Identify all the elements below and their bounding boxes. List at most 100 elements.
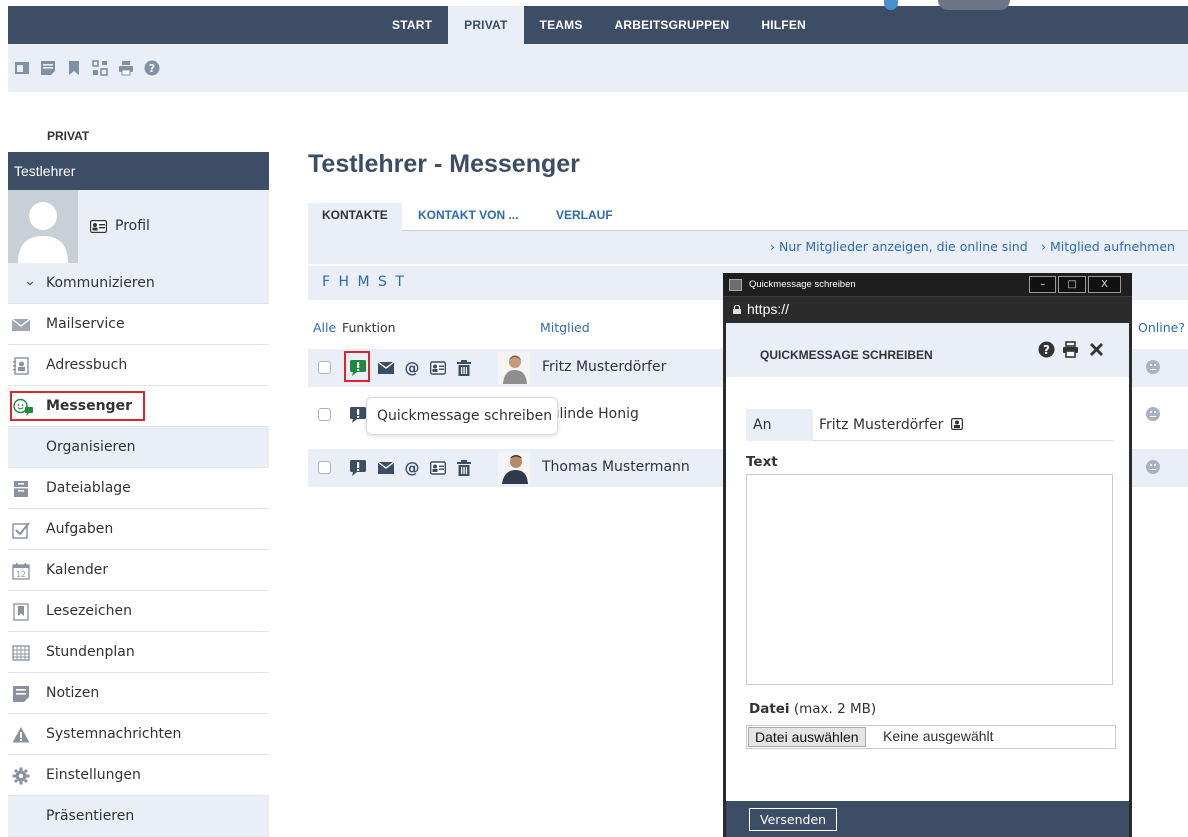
- recipient-row: An Fritz Musterdörfer: [746, 409, 1113, 441]
- online-filter-link[interactable]: › Nur Mitglieder anzeigen, die online si…: [770, 239, 1028, 254]
- quickmessage-icon[interactable]: [350, 407, 366, 423]
- logo-fragment: [938, 0, 1010, 10]
- nav-start[interactable]: START: [376, 6, 448, 44]
- quickmessage-icon[interactable]: [350, 460, 366, 476]
- envelope-icon[interactable]: [378, 460, 394, 476]
- id-card-icon: [90, 219, 107, 233]
- sitemap-icon[interactable]: [92, 60, 108, 76]
- send-button[interactable]: Versenden: [749, 808, 838, 831]
- offline-status-icon: [1146, 407, 1160, 421]
- quickmessage-icon[interactable]: [350, 360, 366, 376]
- sidebar-section-title: PRIVAT: [47, 129, 90, 143]
- tab-verlauf[interactable]: VERLAUF: [556, 203, 613, 231]
- form-header: QUICKMESSAGE SCHREIBEN ?: [726, 323, 1129, 377]
- file-cabinet-icon: [14, 481, 28, 497]
- sidebar-item-label: Systemnachrichten: [46, 726, 182, 742]
- id-card-icon[interactable]: [430, 460, 446, 476]
- gear-icon: [12, 767, 30, 785]
- id-card-icon[interactable]: [430, 360, 446, 376]
- sidebar-item-kalender[interactable]: 12 Kalender: [8, 550, 269, 591]
- sidebar-item-mailservice[interactable]: Mailservice: [8, 304, 269, 345]
- sidebar-item-notizen[interactable]: Notizen: [8, 673, 269, 714]
- nav-arbeitsgruppen[interactable]: ARBEITSGRUPPEN: [599, 6, 746, 44]
- letter-filter[interactable]: F H M S T: [322, 274, 406, 290]
- recipient-name: Fritz Musterdörfer: [819, 417, 944, 433]
- add-member-link[interactable]: › Mitglied aufnehmen: [1041, 239, 1175, 254]
- sidebar-item-einstellungen[interactable]: Einstellungen: [8, 755, 269, 796]
- chevron-down-icon: [26, 281, 34, 286]
- tab-kontakte[interactable]: KONTAKTE: [308, 203, 402, 231]
- offline-status-icon: [1146, 360, 1160, 374]
- sidebar-item-messenger[interactable]: Messenger: [8, 386, 269, 427]
- sidebar-group-organisieren[interactable]: Organisieren: [8, 427, 269, 468]
- envelope-icon[interactable]: [378, 360, 394, 376]
- tab-kontakt-von[interactable]: KONTAKT VON ...: [418, 203, 518, 231]
- quickmessage-window: Quickmessage schreiben – □ X https:// QU…: [723, 273, 1132, 837]
- sidebar-group-kommunizieren[interactable]: Kommunizieren: [8, 263, 269, 304]
- page-title: Testlehrer - Messenger: [308, 150, 580, 178]
- sidebar-item-label: Messenger: [46, 398, 132, 414]
- contact-card-icon[interactable]: [950, 418, 963, 431]
- choose-file-button[interactable]: Datei auswählen: [748, 727, 866, 747]
- calendar-day-label: 12: [16, 570, 26, 579]
- bookmark-icon[interactable]: [66, 60, 82, 76]
- message-textarea[interactable]: [746, 474, 1113, 685]
- sidebar-item-label: Notizen: [46, 685, 100, 701]
- nav-privat[interactable]: PRIVAT: [448, 6, 524, 44]
- row-checkbox[interactable]: [318, 408, 331, 421]
- window-titlebar[interactable]: Quickmessage schreiben – □ X: [723, 273, 1132, 297]
- note-icon[interactable]: [40, 60, 56, 76]
- file-input[interactable]: Datei auswählen Keine ausgewählt: [746, 725, 1116, 749]
- trash-icon[interactable]: [456, 460, 472, 476]
- column-online[interactable]: Online?: [1138, 320, 1185, 335]
- file-label: Datei (max. 2 MB): [749, 701, 876, 717]
- select-all-link[interactable]: Alle: [313, 320, 336, 335]
- at-sign-icon[interactable]: @: [404, 460, 420, 476]
- help-icon[interactable]: ?: [1038, 341, 1055, 358]
- at-sign-icon[interactable]: @: [404, 360, 420, 376]
- user-avatar-icon: [18, 202, 68, 263]
- tooltip: Quickmessage schreiben: [366, 397, 558, 435]
- close-icon[interactable]: [1088, 341, 1105, 358]
- sidebar-item-label: Mailservice: [46, 316, 125, 332]
- tab-actions-bar: › Nur Mitglieder anzeigen, die online si…: [308, 231, 1188, 264]
- member-name[interactable]: Thomas Mustermann: [542, 459, 690, 475]
- trash-icon[interactable]: [456, 360, 472, 376]
- print-icon[interactable]: [1062, 341, 1079, 358]
- sidebar-group-praesentieren[interactable]: Präsentieren: [8, 796, 269, 837]
- minimize-button[interactable]: –: [1029, 276, 1057, 293]
- maximize-button[interactable]: □: [1058, 276, 1086, 293]
- message-text-label: Text: [746, 454, 778, 470]
- url-bar[interactable]: https://: [723, 297, 1132, 323]
- member-photo-icon: [502, 455, 528, 484]
- row-checkbox[interactable]: [318, 461, 331, 474]
- profile-link[interactable]: Profil: [90, 218, 150, 234]
- sidebar-item-adressbuch[interactable]: Adressbuch: [8, 345, 269, 386]
- avatar: [498, 352, 530, 384]
- row-checkbox[interactable]: [318, 361, 331, 374]
- recipient-label: An: [746, 409, 813, 441]
- column-mitglied[interactable]: Mitglied: [540, 320, 590, 335]
- sidebar-item-label: Aufgaben: [46, 521, 114, 537]
- warning-icon: [12, 727, 30, 743]
- file-label-title: Datei: [749, 701, 790, 717]
- sidebar-item-aufgaben[interactable]: Aufgaben: [8, 509, 269, 550]
- online-filter-label: Nur Mitglieder anzeigen, die online sind: [778, 239, 1028, 254]
- sidebar-item-systemnachrichten[interactable]: Systemnachrichten: [8, 714, 269, 755]
- print-icon[interactable]: [118, 60, 134, 76]
- lock-icon: [733, 305, 741, 314]
- member-name[interactable]: Fritz Musterdörfer: [542, 359, 666, 375]
- add-member-label: Mitglied aufnehmen: [1049, 239, 1175, 254]
- sidebar-user-name: Testlehrer: [8, 152, 269, 190]
- sidebar-item-dateiablage[interactable]: Dateiablage: [8, 468, 269, 509]
- window-icon[interactable]: [14, 60, 30, 76]
- nav-teams[interactable]: TEAMS: [524, 6, 599, 44]
- close-window-button[interactable]: X: [1087, 276, 1121, 293]
- sidebar-item-lesezeichen[interactable]: Lesezeichen: [8, 591, 269, 632]
- sidebar-item-label: Adressbuch: [46, 357, 128, 373]
- sidebar-item-stundenplan[interactable]: Stundenplan: [8, 632, 269, 673]
- sidebar-group-label: Kommunizieren: [46, 275, 155, 291]
- help-icon[interactable]: ?: [144, 60, 160, 76]
- nav-hilfen[interactable]: HILFEN: [745, 6, 822, 44]
- quick-toolbar: ?: [8, 44, 1188, 92]
